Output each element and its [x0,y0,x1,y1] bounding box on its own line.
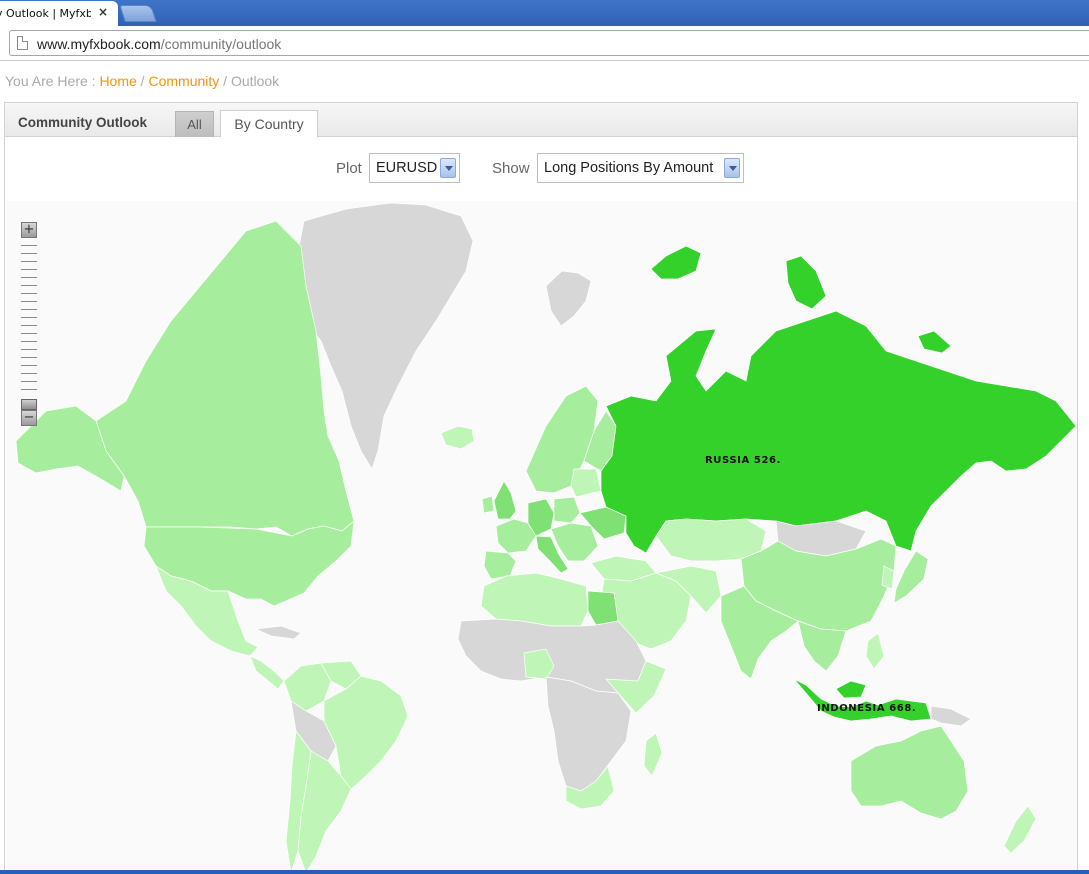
country-iceland[interactable] [440,425,475,450]
country-russia[interactable] [600,310,1077,554]
country-cuba[interactable] [254,625,302,640]
country-poland[interactable] [553,496,581,524]
country-central-america[interactable] [249,655,285,690]
show-select-value: Long Positions By Amount [544,160,714,176]
zoom-tick[interactable] [21,293,37,294]
community-outlook-panel: Community Outlook All By Country Plot EU… [4,102,1078,874]
breadcrumb-prefix: You Are Here : [5,73,100,89]
country-kazakhstan[interactable] [655,518,767,562]
breadcrumb: You Are Here : Home / Community / Outloo… [5,73,279,89]
zoom-tick[interactable] [21,253,37,254]
zoom-tick[interactable] [21,333,37,334]
zoom-control: + − [21,222,39,427]
zoom-tick[interactable] [21,389,37,390]
zoom-tick[interactable] [21,245,37,246]
zoom-tick[interactable] [21,301,37,302]
new-tab-button[interactable] [119,5,157,22]
chevron-down-icon [440,158,456,178]
panel-header: Community Outlook All By Country [5,103,1077,138]
world-map[interactable]: + − RUSSIA 526. INDONESIA 668. [6,201,1077,873]
map-label-indonesia: INDONESIA 668. [817,703,917,714]
country-philippines[interactable] [865,632,885,670]
zoom-tick[interactable] [21,309,37,310]
zoom-tick[interactable] [21,285,37,286]
zoom-tick[interactable] [21,261,37,262]
zoom-tick[interactable] [21,317,37,318]
url-path: /community/outlook [160,36,282,52]
browser-tab[interactable]: y Outlook | Myfxbc × [0,1,118,26]
zoom-slider-handle[interactable] [21,399,37,410]
country-iberia[interactable] [483,550,517,580]
map-label-russia: RUSSIA 526. [705,455,781,466]
url-domain: www.myfxbook.com [37,36,161,52]
address-bar: www.myfxbook.com/community/outlook [0,26,1089,61]
country-madagascar[interactable] [643,732,663,777]
country-uk[interactable] [493,480,517,520]
country-ireland[interactable] [481,495,495,514]
tab-by-country[interactable]: By Country [220,110,318,138]
page-icon [17,36,28,50]
url-input[interactable]: www.myfxbook.com/community/outlook [9,30,1089,56]
plot-label: Plot [336,160,362,177]
browser-tab-bar: y Outlook | Myfxbc × [0,0,1089,26]
breadcrumb-community-link[interactable]: Community [148,73,219,89]
show-label: Show [492,160,530,177]
country-baltics[interactable] [570,468,602,498]
zoom-tick[interactable] [21,357,37,358]
plot-select-value: EURUSD [376,160,438,176]
breadcrumb-separator: / [136,73,149,89]
taskbar-edge [0,870,1089,874]
country-japan[interactable] [893,550,929,604]
chevron-down-icon [724,158,740,178]
country-new-zealand[interactable] [1003,805,1037,854]
show-select[interactable]: Long Positions By Amount [537,153,744,183]
breadcrumb-home-link[interactable]: Home [99,73,136,89]
country-central-africa[interactable] [545,676,632,792]
country-papua[interactable] [930,705,972,727]
zoom-tick[interactable] [21,381,37,382]
world-map-svg [15,202,1077,873]
plot-select[interactable]: EURUSD [369,153,460,183]
country-indonesia[interactable] [793,678,932,722]
zoom-tick[interactable] [21,277,37,278]
breadcrumb-current: Outlook [230,73,280,89]
country-north-africa[interactable] [480,572,589,627]
browser-tab-title: y Outlook | Myfxbc [0,7,91,20]
country-svalbard[interactable] [545,270,592,327]
tab-all[interactable]: All [175,111,214,137]
zoom-in-button[interactable]: + [21,222,37,238]
zoom-out-button[interactable]: − [21,410,37,426]
zoom-tick[interactable] [21,269,37,270]
url-text: www.myfxbook.com/community/outlook [37,36,281,52]
close-icon[interactable]: × [96,5,110,19]
zoom-tick[interactable] [21,341,37,342]
country-egypt[interactable] [587,590,619,626]
breadcrumb-separator: / [219,73,231,89]
zoom-tick[interactable] [21,349,37,350]
zoom-tick[interactable] [21,325,37,326]
zoom-tick[interactable] [21,373,37,374]
panel-title: Community Outlook [18,115,147,130]
zoom-tick[interactable] [21,365,37,366]
country-australia[interactable] [850,725,969,820]
